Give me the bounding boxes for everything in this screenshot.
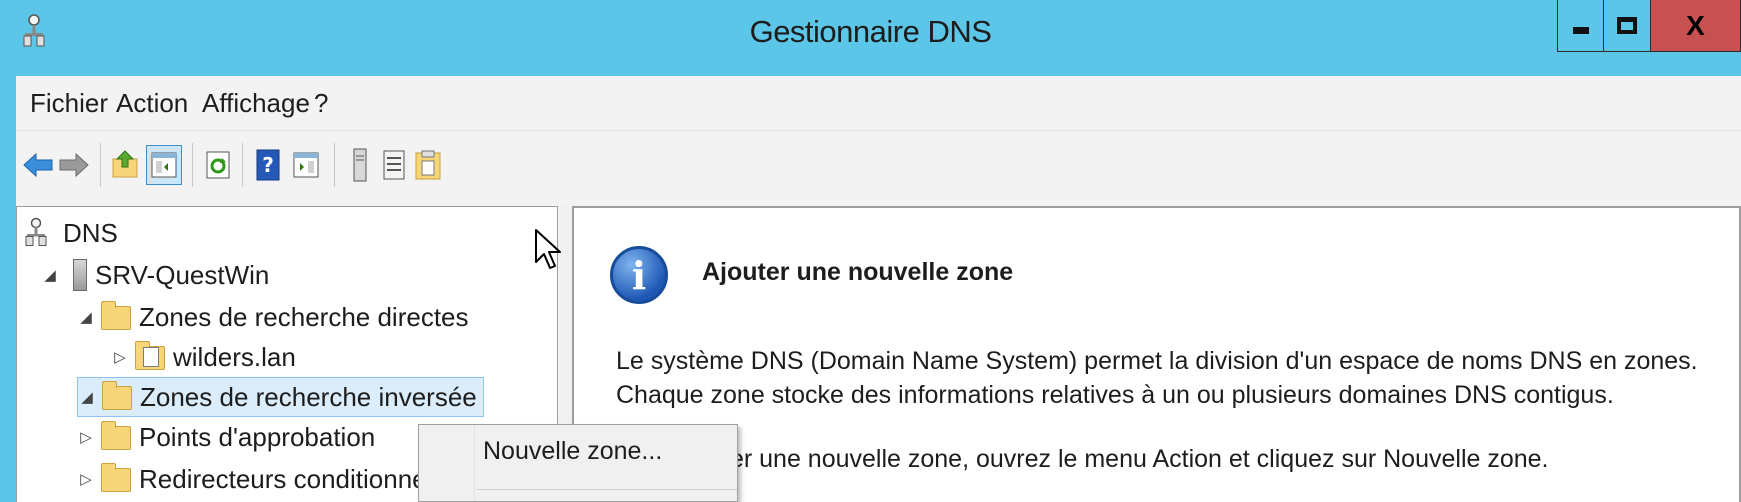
expanded-arrow-icon[interactable]: ◢ bbox=[77, 308, 95, 326]
tree-node-server[interactable]: ◢ SRV-QuestWin bbox=[41, 255, 269, 295]
server-icon[interactable] bbox=[342, 145, 378, 185]
tree-node-reverse-zones[interactable]: ◢ Zones de recherche inversée bbox=[77, 377, 484, 417]
folder-icon bbox=[101, 421, 131, 453]
up-folder-icon[interactable] bbox=[108, 145, 144, 185]
toolbar-separator bbox=[242, 143, 243, 187]
dns-manager-window: Gestionnaire DNS X Fichier Action Affich… bbox=[0, 0, 1741, 502]
tree-node-label: Redirecteurs conditionnels bbox=[139, 463, 446, 494]
show-hide-console-tree-icon[interactable] bbox=[146, 145, 182, 185]
content-area: DNS ◢ SRV-QuestWin ◢ Zones de recherche … bbox=[16, 200, 1741, 502]
tree-node-wilders-lan[interactable]: ▷ wilders.lan bbox=[111, 337, 296, 377]
toolbar-separator bbox=[192, 143, 193, 187]
tree-node-forward-zones[interactable]: ◢ Zones de recherche directes bbox=[77, 297, 469, 337]
close-button[interactable]: X bbox=[1651, 0, 1741, 52]
detail-heading: Ajouter une nouvelle zone bbox=[702, 258, 1014, 286]
tree-node-conditional-forwarders[interactable]: ▷ Redirecteurs conditionnels bbox=[77, 459, 445, 499]
maximize-icon bbox=[1617, 17, 1637, 34]
context-menu-new-zone[interactable]: Nouvelle zone... bbox=[483, 437, 662, 466]
maximize-button[interactable] bbox=[1604, 0, 1651, 52]
context-menu-gutter bbox=[419, 425, 475, 501]
server-icon bbox=[73, 259, 87, 291]
dns-icon bbox=[25, 217, 55, 249]
tree-node-label: Zones de recherche directes bbox=[139, 301, 469, 332]
mouse-pointer-icon bbox=[534, 228, 562, 277]
toolbar: ? bbox=[16, 130, 1741, 200]
zone-icon bbox=[135, 341, 165, 373]
tree-node-label: SRV-QuestWin bbox=[95, 259, 270, 290]
expanded-arrow-icon[interactable]: ◢ bbox=[41, 266, 59, 284]
folder-icon bbox=[101, 463, 131, 495]
folder-icon bbox=[101, 301, 131, 333]
back-arrow-icon[interactable] bbox=[20, 145, 56, 185]
collapsed-arrow-icon[interactable]: ▷ bbox=[77, 470, 95, 488]
tree-node-label: Points d'approbation bbox=[139, 421, 376, 452]
minimize-icon bbox=[1572, 27, 1589, 34]
menu-action[interactable]: Action bbox=[116, 88, 188, 119]
forward-arrow-icon[interactable] bbox=[56, 145, 92, 185]
menu-help[interactable]: ? bbox=[314, 88, 328, 119]
title-bar[interactable]: Gestionnaire DNS X bbox=[0, 0, 1741, 70]
context-menu-separator bbox=[477, 489, 737, 490]
action-pane-icon[interactable] bbox=[288, 145, 324, 185]
tree-node-label: wilders.lan bbox=[173, 341, 296, 372]
minimize-button[interactable] bbox=[1557, 0, 1604, 52]
detail-paragraph-1: Le système DNS (Domain Name System) perm… bbox=[616, 347, 1698, 409]
menu-bar: Fichier Action Affichage ? bbox=[16, 76, 1741, 130]
tree-node-label: DNS bbox=[63, 217, 118, 248]
detail-pane: i Ajouter une nouvelle zone Le système D… bbox=[572, 206, 1741, 502]
folder-icon bbox=[102, 381, 132, 413]
collapsed-arrow-icon[interactable]: ▷ bbox=[111, 348, 129, 366]
toolbar-separator bbox=[334, 143, 335, 187]
close-icon: X bbox=[1686, 9, 1705, 41]
context-menu: Nouvelle zone... bbox=[418, 424, 738, 502]
detail-paragraph-2: Pour ajouter une nouvelle zone, ouvrez l… bbox=[616, 445, 1549, 473]
menu-affichage[interactable]: Affichage bbox=[202, 88, 310, 119]
refresh-icon[interactable] bbox=[200, 145, 236, 185]
window-title: Gestionnaire DNS bbox=[749, 14, 992, 49]
tree-node-dns[interactable]: DNS bbox=[23, 213, 118, 253]
tree-node-label: Zones de recherche inversée bbox=[140, 381, 477, 412]
collapsed-arrow-icon[interactable]: ▷ bbox=[77, 428, 95, 446]
zone-properties-icon[interactable] bbox=[410, 145, 446, 185]
toolbar-separator bbox=[100, 143, 101, 187]
info-icon: i bbox=[610, 246, 668, 304]
expanded-arrow-icon[interactable]: ◢ bbox=[78, 388, 96, 406]
menu-fichier[interactable]: Fichier bbox=[30, 88, 108, 119]
svg-text:?: ? bbox=[262, 153, 274, 177]
list-icon[interactable] bbox=[376, 145, 412, 185]
help-icon[interactable]: ? bbox=[250, 145, 286, 185]
tree-node-trust-points[interactable]: ▷ Points d'approbation bbox=[77, 417, 375, 457]
